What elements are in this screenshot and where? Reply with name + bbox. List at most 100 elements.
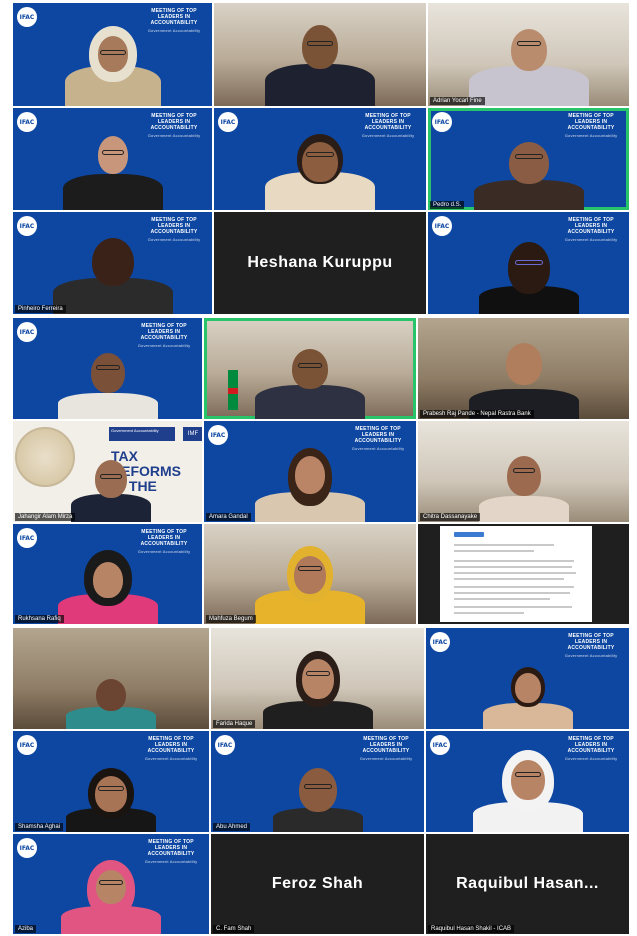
ifac-logo-icon: IFAC [17, 216, 37, 236]
participant-avatar [53, 130, 173, 210]
video-tile-23[interactable]: IFAC MEETING OF TOP LEADERS IN ACCOUNTAB… [211, 731, 424, 832]
video-tile-17[interactable]: Mahfuza Begum [204, 524, 416, 624]
video-tile-18[interactable] [418, 524, 629, 624]
banner-title: MEETING OF TOP LEADERS IN ACCOUNTABILITY [567, 113, 615, 131]
video-tile-12[interactable]: Prabesh Raj Pande - Nepal Rastra Bank [418, 318, 629, 419]
video-tile-3[interactable]: Adrian Yocarl Fine [428, 3, 629, 106]
participant-name: Pedro d.S. [430, 201, 465, 209]
ifac-logo-icon: IFAC [17, 322, 37, 342]
ifac-logo-icon: IFAC [17, 735, 37, 755]
video-tile-4[interactable]: IFAC MEETING OF TOP LEADERS IN ACCOUNTAB… [13, 108, 212, 210]
ifac-logo-icon: IFAC [432, 112, 452, 132]
video-tile-14[interactable]: IFAC MEETING OF TOP LEADERS IN ACCOUNTAB… [204, 421, 416, 522]
meeting-banner: MEETING OF TOP LEADERS IN ACCOUNTABILITY… [559, 633, 623, 659]
participant-avatar [43, 226, 183, 314]
participant-name: Amara Gandal [206, 513, 251, 521]
ifac-logo-icon: IFAC [17, 7, 37, 27]
bangladesh-flag [228, 370, 238, 410]
banner-title: MEETING OF TOP LEADERS IN ACCOUNTABILITY [567, 633, 615, 651]
video-tile-25[interactable]: IFAC MEETING OF TOP LEADERS IN ACCOUNTAB… [13, 834, 209, 934]
gallery-panel-1: IFAC MEETING OF TOP LEADERS IN ACCOUNTAB… [13, 3, 629, 314]
ifac-logo-icon: IFAC [430, 735, 450, 755]
participant-avatar [255, 120, 385, 210]
video-tile-1[interactable]: IFAC MEETING OF TOP LEADERS IN ACCOUNTAB… [13, 3, 212, 106]
participant-name: Chitra Dassanayake [420, 513, 481, 521]
video-tile-26[interactable]: Feroz Shah C. Fam Shah [211, 834, 424, 934]
video-tile-10[interactable]: IFAC MEETING OF TOP LEADERS IN ACCOUNTAB… [13, 318, 202, 419]
participant-avatar [459, 11, 599, 106]
participant-avatar [469, 232, 589, 314]
participant-name-large: Raquibul Hasan... [456, 875, 599, 892]
video-tile-9[interactable]: IFAC MEETING OF TOP LEADERS IN ACCOUNTAB… [428, 212, 629, 314]
participant-name: Farida Haque [213, 720, 256, 728]
ifac-logo-icon: IFAC [218, 112, 238, 132]
participant-avatar [51, 679, 171, 729]
video-tile-16[interactable]: IFAC MEETING OF TOP LEADERS IN ACCOUNTAB… [13, 524, 202, 624]
meeting-banner: MEETING OF TOP LEADERS IN ACCOUNTABILITY… [139, 736, 203, 762]
ifac-logo-icon: IFAC [430, 632, 450, 652]
participant-name: Pinheiro Ferreira [15, 305, 66, 313]
participant-name: Abu Ahmed [213, 823, 251, 831]
participant-avatar [255, 11, 385, 106]
video-tile-20[interactable]: Farida Haque [211, 628, 424, 729]
shared-document [440, 526, 592, 622]
participant-avatar [71, 452, 151, 522]
ifac-logo-icon: IFAC [17, 838, 37, 858]
participant-avatar [245, 337, 375, 419]
participant-name: Raquibul Hasan Shakil - ICAB [428, 925, 515, 933]
participant-avatar [245, 438, 375, 522]
video-tile-21[interactable]: IFAC MEETING OF TOP LEADERS IN ACCOUNTAB… [426, 628, 629, 729]
participant-name: Shamsha Aghai [15, 823, 64, 831]
imf-badge: IMF [183, 427, 202, 441]
slide-header: Government Accountability [109, 427, 175, 441]
document-logo [454, 532, 484, 537]
participant-avatar [51, 854, 171, 934]
participant-avatar [258, 760, 378, 832]
video-tile-24[interactable]: IFAC MEETING OF TOP LEADERS IN ACCOUNTAB… [426, 731, 629, 832]
ifac-logo-icon: IFAC [17, 528, 37, 548]
participant-avatar [53, 16, 173, 106]
participant-name-large: Heshana Kuruppu [247, 254, 393, 271]
gallery-panel-3: Farida Haque IFAC MEETING OF TOP LEADERS… [13, 628, 629, 934]
participant-name-large: Feroz Shah [271, 875, 364, 892]
banner-title: MEETING OF TOP LEADERS IN ACCOUNTABILITY [150, 113, 198, 131]
participant-avatar [48, 544, 168, 624]
participant-avatar [463, 742, 593, 832]
video-tile-15[interactable]: Chitra Dassanayake [418, 421, 629, 522]
participant-name: Adrian Yocarl Fine [430, 97, 485, 105]
participant-name: Prabesh Raj Pande - Nepal Rastra Bank [420, 410, 534, 418]
participant-avatar [51, 762, 171, 832]
participant-name: Rukhsana Rafiq [15, 615, 64, 623]
participant-name: Mahfuza Begum [206, 615, 256, 623]
participant-name: Jahangir Alam Mirza [15, 513, 76, 521]
ifac-logo-icon: IFAC [215, 735, 235, 755]
slide-header-text: Government Accountability [111, 428, 159, 433]
participant-avatar [459, 329, 589, 419]
participant-avatar [473, 659, 583, 729]
banner-title: MEETING OF TOP LEADERS IN ACCOUNTABILITY [362, 736, 410, 754]
participant-avatar [253, 639, 383, 729]
participant-avatar [48, 339, 168, 419]
participant-name: Aziba [15, 925, 37, 933]
video-tile-11[interactable] [204, 318, 416, 419]
ifac-logo-icon: IFAC [208, 425, 228, 445]
video-tile-19[interactable] [13, 628, 209, 729]
participant-avatar [464, 130, 594, 210]
gallery-panel-2: IFAC MEETING OF TOP LEADERS IN ACCOUNTAB… [13, 318, 629, 626]
banner-title: MEETING OF TOP LEADERS IN ACCOUNTABILITY [147, 736, 195, 754]
participant-avatar [245, 538, 375, 624]
video-tile-13[interactable]: Government Accountability IMF TAX REFORM… [13, 421, 202, 522]
video-tile-22[interactable]: IFAC MEETING OF TOP LEADERS IN ACCOUNTAB… [13, 731, 209, 832]
ifac-logo-icon: IFAC [17, 112, 37, 132]
participant-avatar [464, 442, 584, 522]
seal-icon [15, 427, 75, 487]
video-tile-6[interactable]: IFAC MEETING OF TOP LEADERS IN ACCOUNTAB… [428, 108, 629, 210]
participant-name: C. Fam Shah [213, 925, 255, 933]
meeting-banner: MEETING OF TOP LEADERS IN ACCOUNTABILITY… [354, 736, 418, 762]
video-tile-2[interactable] [214, 3, 426, 106]
ifac-logo-icon: IFAC [432, 216, 452, 236]
video-tile-5[interactable]: IFAC MEETING OF TOP LEADERS IN ACCOUNTAB… [214, 108, 426, 210]
video-tile-8[interactable]: Heshana Kuruppu [214, 212, 426, 314]
video-tile-27[interactable]: Raquibul Hasan... Raquibul Hasan Shakil … [426, 834, 629, 934]
video-tile-7[interactable]: IFAC MEETING OF TOP LEADERS IN ACCOUNTAB… [13, 212, 212, 314]
